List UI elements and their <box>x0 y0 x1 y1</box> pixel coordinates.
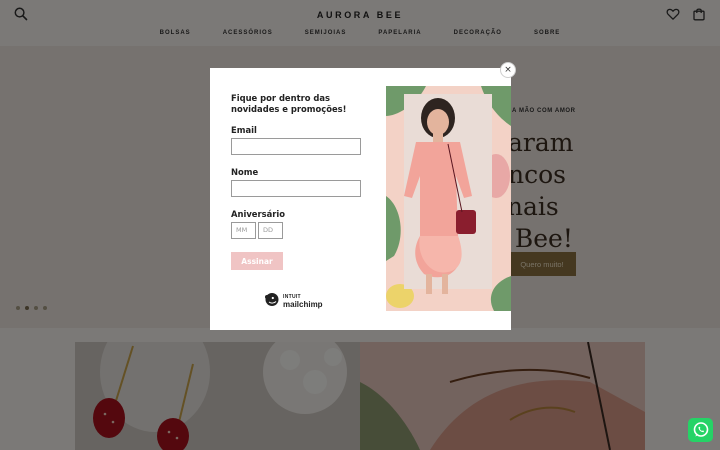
mailchimp-badge[interactable]: INTUIT mailchimp <box>264 292 323 310</box>
mailchimp-icon <box>264 291 280 311</box>
mailchimp-wordmark: INTUIT mailchimp <box>283 294 323 309</box>
subscribe-button[interactable]: Assinar <box>231 252 283 270</box>
email-label: Email <box>231 125 257 135</box>
email-field[interactable] <box>231 138 361 155</box>
birthday-month-input[interactable]: MM <box>231 222 256 239</box>
popup-heading: Fique por dentro das novidades e promoçõ… <box>231 93 347 114</box>
name-field[interactable] <box>231 180 361 197</box>
close-popup-button[interactable]: × <box>500 62 516 78</box>
birthday-day-input[interactable]: DD <box>258 222 283 239</box>
whatsapp-icon[interactable] <box>688 418 713 442</box>
mailchimp-name: mailchimp <box>283 300 323 309</box>
birthday-label: Aniversário <box>231 209 285 219</box>
popup-photo <box>386 86 511 311</box>
name-label: Nome <box>231 167 259 177</box>
